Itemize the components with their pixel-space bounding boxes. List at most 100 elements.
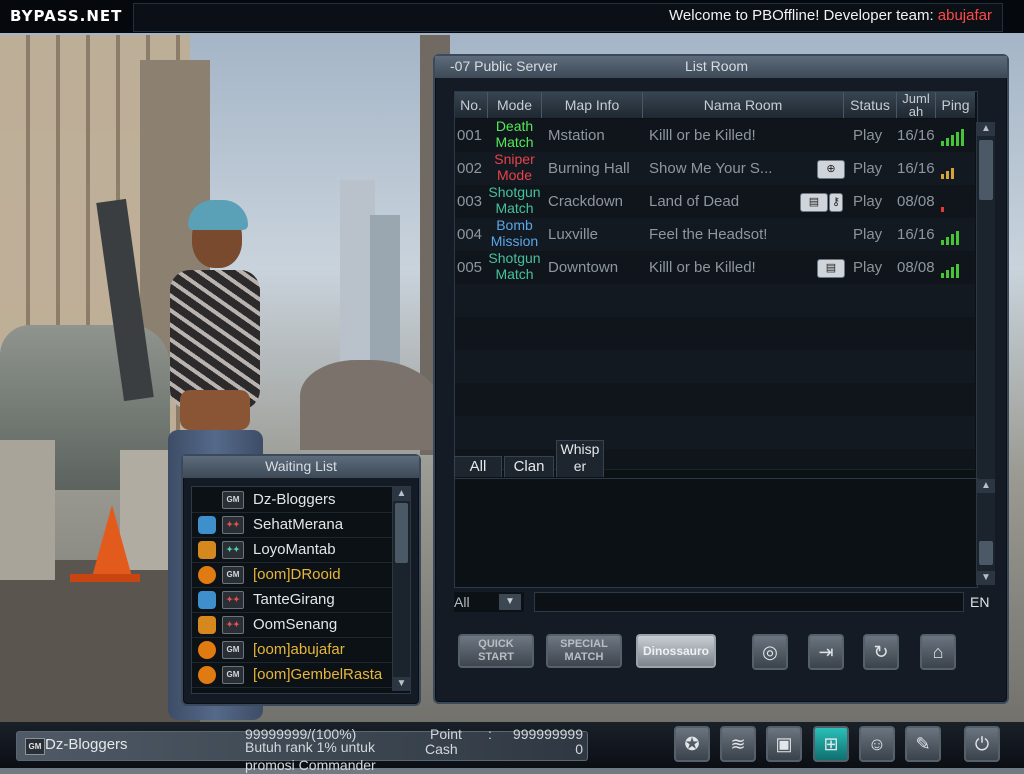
gm-badge-icon: GM (222, 641, 244, 659)
player-name: [oom]abujafar (253, 641, 345, 658)
room-status: Play (853, 259, 883, 276)
room-room: Killl or be Killed! (649, 127, 756, 144)
bypass-logo: BYPASS.NET (10, 7, 123, 25)
character-cap (188, 200, 248, 230)
welcome-message: Welcome to PBOffline! Developer team: (669, 7, 938, 24)
camera-icon: ▤ (817, 259, 845, 278)
list-item[interactable]: GM [oom]DRooid (192, 562, 392, 588)
room-row[interactable]: 005 Shotgun Match Downtown Killl or be Kill… (455, 250, 975, 285)
header-no[interactable]: No. (455, 92, 488, 118)
waiting-list-title-bar: Waiting List (183, 456, 419, 478)
point-label: Point (430, 726, 462, 742)
player-name: Dz-Bloggers (253, 491, 336, 508)
chat-tab-whisper[interactable]: Whisp er (556, 440, 604, 477)
chat-scrollbar[interactable]: ▲ ▼ (976, 479, 995, 585)
globe-icon[interactable]: ◎ (752, 634, 788, 670)
player-name: [oom]DRooid (253, 566, 341, 583)
waiting-scroll-up-icon[interactable]: ▲ (393, 487, 410, 501)
header-jumlah[interactable]: Juml ah (897, 92, 936, 118)
room-mode: Shotgun Match (488, 184, 541, 216)
player-name: TanteGirang (253, 591, 335, 608)
waiting-list-panel: Waiting List GM Dz-Bloggers ✦✦ SehatMerana ✦… (181, 454, 421, 706)
player-info: GM Dz-Bloggers 99999999/(100%) Butuh ran… (16, 726, 588, 773)
chat-tab-all[interactable]: All (454, 456, 502, 477)
room-status: Play (853, 226, 883, 243)
list-item[interactable]: GM Dz-Bloggers (192, 487, 392, 513)
waiting-list-title: Waiting List (265, 458, 337, 474)
rank-icon (198, 541, 216, 559)
room-row[interactable]: 001 Death Match Mstation Killl or be Killed… (455, 118, 975, 153)
shop-icon[interactable]: ⊞ (813, 726, 849, 762)
rank-icon (198, 641, 216, 659)
ping-signal-icon (941, 196, 969, 212)
room-map: Burning Hall (548, 160, 630, 177)
chevron-down-icon[interactable]: ▼ (499, 594, 521, 610)
room-status: Play (853, 193, 883, 210)
room-table-header: No. Mode Map Info Nama Room Status Juml … (455, 92, 975, 118)
room-count: 16/16 (897, 160, 935, 177)
concrete-barrier (0, 440, 55, 580)
promotion-text: Butuh rank 1% untuk promosi Commander (245, 739, 376, 773)
room-count: 08/08 (897, 193, 935, 210)
developer-name: abujafar (937, 7, 992, 24)
room-room: Killl or be Killed! (649, 259, 756, 276)
room-mode: Shotgun Match (488, 250, 541, 282)
room-row-empty (455, 383, 975, 417)
friends-icon[interactable]: ☺ (859, 726, 895, 762)
room-row[interactable]: 003 Shotgun Match Crackdown Land of Dead Pla… (455, 184, 975, 219)
room-count: 16/16 (897, 226, 935, 243)
list-item[interactable]: ✦✦ LoyoMantab (192, 537, 392, 563)
chat-scroll-down-icon[interactable]: ▼ (977, 571, 995, 585)
chat-scroll-thumb[interactable] (979, 541, 993, 565)
emblem-icon[interactable]: ✪ (674, 726, 710, 762)
room-status: Play (853, 127, 883, 144)
header-map[interactable]: Map Info (542, 92, 643, 118)
power-icon[interactable]: ⏻ (964, 726, 1000, 762)
room-list-scrollbar[interactable]: ▲ ▼ (976, 122, 995, 500)
point-separator: : (488, 726, 492, 742)
scroll-up-icon[interactable]: ▲ (977, 122, 995, 136)
home-icon[interactable]: ⌂ (920, 634, 956, 670)
chat-channel-select[interactable]: All ▼ (454, 592, 524, 612)
gm-badge-icon: GM (222, 491, 244, 509)
chat-input[interactable] (534, 592, 964, 612)
level-badge-icon: ✦✦ (222, 541, 244, 559)
language-indicator[interactable]: EN (970, 592, 989, 612)
header-ping[interactable]: Ping (936, 92, 975, 118)
list-item[interactable]: ✦✦ SehatMerana (192, 512, 392, 538)
key-icon: ⚷ (829, 193, 843, 212)
list-item[interactable]: GM [oom]abujafar (192, 637, 392, 663)
chat-scroll-up-icon[interactable]: ▲ (977, 479, 995, 493)
room-mode: Sniper Mode (494, 151, 535, 183)
room-row[interactable]: 002 Sniper Mode Burning Hall Show Me Your S… (455, 151, 975, 186)
player-name: SehatMerana (253, 516, 344, 533)
room-map: Luxville (548, 226, 599, 243)
list-item[interactable]: ✦✦ TanteGirang (192, 587, 392, 613)
room-no: 004 (457, 226, 483, 243)
header-mode[interactable]: Mode (488, 92, 542, 118)
waiting-list-scrollbar[interactable]: ▲ ▼ (392, 487, 410, 691)
rank-icon[interactable]: ≋ (720, 726, 756, 762)
list-item[interactable]: ✦✦ OomSenang (192, 612, 392, 638)
rank-icon (198, 516, 216, 534)
room-mode: Bomb Mission (490, 217, 539, 249)
settings-icon[interactable]: ✎ (905, 726, 941, 762)
dinossauro-button[interactable]: Dinossauro (636, 634, 716, 668)
room-list-scroll-thumb[interactable] (979, 140, 993, 200)
quick-start-button[interactable]: QUICK START (458, 634, 534, 668)
waiting-scroll-down-icon[interactable]: ▼ (393, 677, 410, 691)
room-row[interactable]: 004 Bomb Mission Luxville Feel the Headsot!… (455, 217, 975, 252)
inventory-icon[interactable]: ▣ (766, 726, 802, 762)
header-room-name[interactable]: Nama Room (643, 92, 844, 118)
special-match-button[interactable]: SPECIAL MATCH (546, 634, 622, 668)
header-status[interactable]: Status (844, 92, 897, 118)
room-room: Show Me Your S... (649, 160, 773, 177)
list-item[interactable]: GM [oom]GembelRasta (192, 662, 392, 688)
room-mode: Death Match (495, 118, 534, 150)
refresh-icon[interactable]: ↻ (863, 634, 899, 670)
exit-icon[interactable]: ⇥ (808, 634, 844, 670)
room-status: Play (853, 160, 883, 177)
waiting-scroll-thumb[interactable] (395, 503, 408, 563)
camera-icon: ▤ (800, 193, 828, 212)
chat-tab-clan[interactable]: Clan (504, 456, 554, 477)
